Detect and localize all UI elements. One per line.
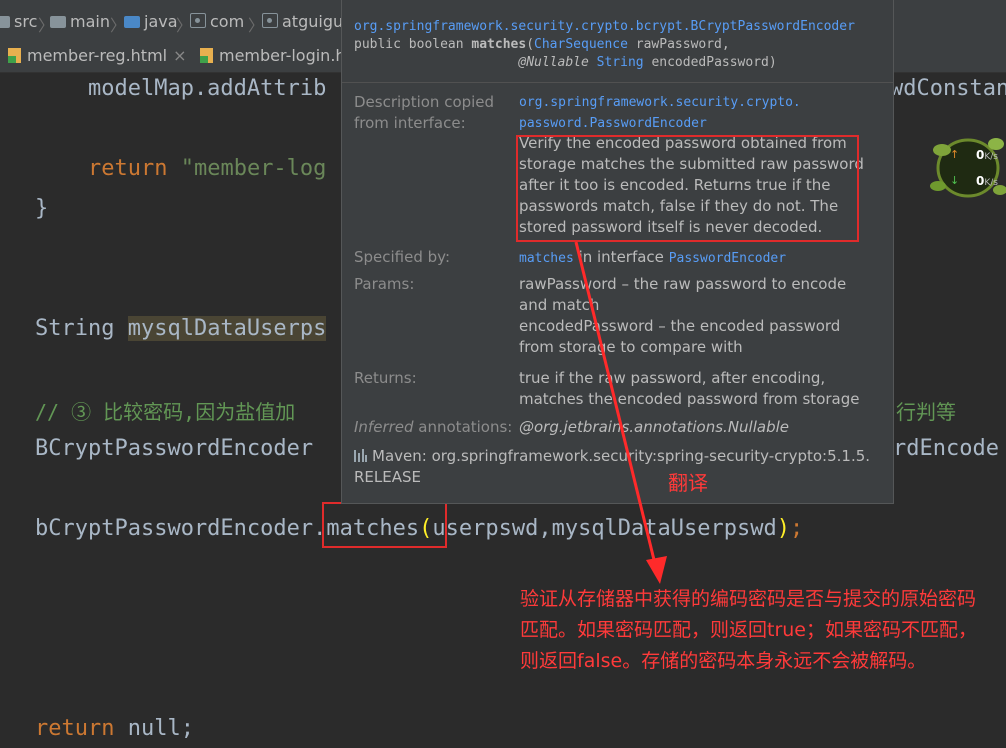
download-speed: 0K/s	[976, 174, 998, 188]
vine-decoration-icon	[930, 138, 1006, 198]
quick-documentation-popup: org.springframework.security.crypto.bcry…	[341, 0, 894, 504]
code-line-fragment: wdConstan	[890, 76, 1006, 101]
code-line: modelMap.addAttrib	[35, 76, 327, 101]
code-comment: // ③ 比较密码,因为盐值加	[35, 400, 296, 424]
inferred-annotations-value: @org.jetbrains.annotations.Nullable	[519, 418, 789, 436]
tab-member-login[interactable]: member-login.h	[200, 46, 346, 70]
folder-icon	[0, 16, 10, 28]
highlight-box-matches	[322, 502, 447, 548]
folder-icon	[50, 16, 66, 28]
specified-by-label: Specified by:	[354, 248, 451, 266]
code-comment-fragment: 行判等	[896, 400, 956, 424]
method-signature: org.springframework.security.crypto.bcry…	[354, 19, 855, 70]
upload-speed: 0K/s	[976, 148, 998, 162]
params-value: rawPassword – the raw password to encode…	[519, 275, 847, 356]
divider	[342, 82, 893, 83]
breadcrumb-item-main[interactable]: main	[50, 12, 110, 31]
inferred-annotations-label: Inferred annotations:	[354, 418, 513, 436]
upload-icon: ↑	[950, 148, 960, 161]
description-source-link[interactable]: org.springframework.security.crypto. pass…	[519, 92, 864, 134]
breadcrumb-item-src[interactable]: src	[0, 12, 37, 31]
library-icon	[354, 449, 367, 462]
breadcrumb-item-atguigu[interactable]: atguigu	[262, 12, 343, 31]
breadcrumb-item-com[interactable]: com	[190, 12, 244, 31]
package-icon	[190, 13, 206, 28]
code-line: String mysqlDataUserps	[35, 316, 327, 341]
description-label: Description copied from interface:	[354, 93, 495, 132]
code-line: BCryptPasswordEncoder	[35, 436, 327, 461]
returns-value: true if the raw password, after encoding…	[519, 369, 860, 408]
paren-close: )	[776, 516, 790, 541]
html-file-icon	[8, 48, 21, 63]
code-line-fragment: rdEncode	[893, 436, 999, 461]
package-icon	[262, 13, 278, 28]
code-line: return "member-log	[87, 156, 327, 181]
maven-library: Maven: org.springframework.security:spri…	[354, 447, 871, 486]
params-label: Params:	[354, 275, 415, 293]
download-icon: ↓	[950, 174, 960, 187]
html-file-icon	[200, 48, 213, 63]
tab-member-reg[interactable]: member-reg.html ×	[8, 46, 187, 70]
specified-by-value: matches in interface PasswordEncoder	[519, 248, 787, 266]
translate-label: 翻译	[668, 471, 708, 495]
breadcrumb-item-java[interactable]: java	[124, 12, 178, 31]
returns-label: Returns:	[354, 369, 417, 387]
code-line: }	[35, 196, 49, 221]
code-line: return null;	[35, 716, 194, 741]
network-speed-widget[interactable]: ↑ 0K/s ↓ 0K/s	[930, 128, 1006, 204]
translation-text: 验证从存储器中获得的编码密码是否与提交的原始密码匹配。如果密码匹配，则返回tru…	[520, 588, 977, 672]
close-icon[interactable]: ×	[173, 46, 186, 65]
highlight-box-description	[516, 135, 859, 242]
folder-icon	[124, 16, 140, 28]
